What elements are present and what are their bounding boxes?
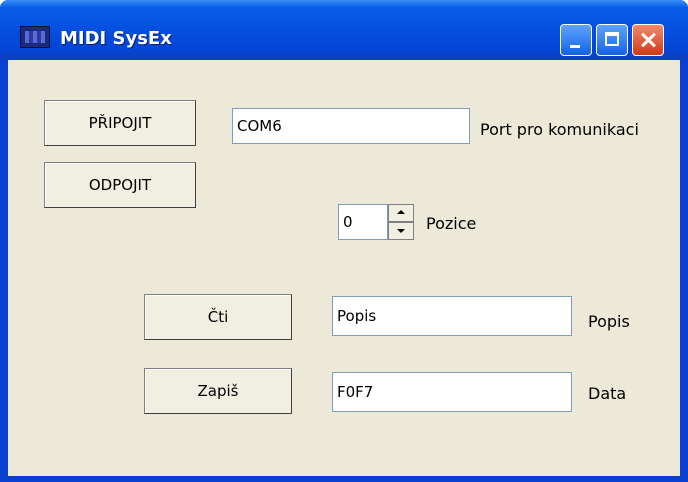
title-bar[interactable]: MIDI SysEx xyxy=(0,0,688,60)
spin-down-icon[interactable] xyxy=(388,222,414,240)
data-label: Data xyxy=(588,384,627,403)
close-icon[interactable] xyxy=(632,24,664,56)
spin-up-icon[interactable] xyxy=(388,204,414,222)
connect-button[interactable]: PŘIPOJIT xyxy=(44,100,196,146)
position-input[interactable]: 0 xyxy=(338,204,388,240)
maximize-icon[interactable] xyxy=(596,24,628,56)
app-icon[interactable] xyxy=(20,26,50,48)
window-bottom-border xyxy=(0,476,688,482)
minimize-icon[interactable] xyxy=(560,24,592,56)
read-button[interactable]: Čti xyxy=(144,294,292,340)
window-title: MIDI SysEx xyxy=(60,28,172,49)
description-input[interactable]: Popis xyxy=(332,296,572,336)
disconnect-button[interactable]: ODPOJIT xyxy=(44,162,196,208)
data-input[interactable]: F0F7 xyxy=(332,372,572,412)
port-input[interactable]: COM6 xyxy=(232,108,470,144)
description-label: Popis xyxy=(588,312,630,331)
position-label: Pozice xyxy=(426,214,477,233)
port-label: Port pro komunikaci xyxy=(480,120,639,139)
app-window: MIDI SysEx PŘIPOJIT ODPOJIT COM6 Port pr… xyxy=(0,0,688,482)
write-button[interactable]: Zapiš xyxy=(144,368,292,414)
